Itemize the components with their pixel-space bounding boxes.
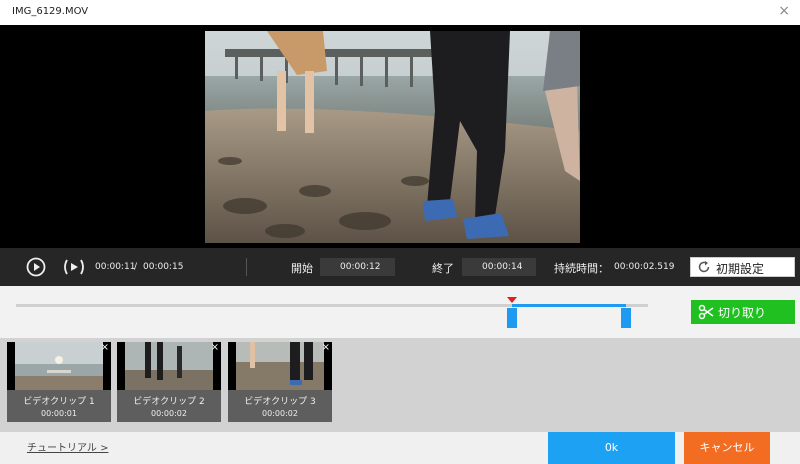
end-label: 終了 — [432, 262, 454, 275]
trim-timeline: 切り取り — [0, 286, 800, 338]
ok-button[interactable]: 0k — [548, 432, 675, 464]
trim-start-handle[interactable] — [507, 308, 517, 328]
cancel-button[interactable]: キャンセル — [684, 432, 770, 464]
start-label: 開始 — [291, 262, 313, 275]
trim-end-handle[interactable] — [621, 308, 631, 328]
scissors-icon — [698, 304, 714, 323]
time-separator: / — [134, 262, 138, 272]
cut-button[interactable]: 切り取り — [691, 300, 795, 324]
window-title: IMG_6129.MOV — [12, 6, 89, 17]
clip-duration: 00:00:02 — [151, 409, 187, 418]
clip-name: ビデオクリップ 3 — [244, 397, 316, 407]
clip-remove-icon[interactable]: × — [322, 342, 330, 353]
play-selection-icon[interactable] — [63, 257, 84, 277]
video-frame — [205, 31, 580, 243]
current-time: 00:00:11 — [95, 262, 136, 272]
clip-name: ビデオクリップ 2 — [133, 397, 205, 407]
clip-thumbnail — [117, 342, 221, 390]
clip-item-3[interactable]: × ビデオクリップ 3 00:00:02 — [228, 342, 332, 422]
reset-button[interactable]: 初期設定 — [690, 257, 795, 277]
reset-icon — [697, 260, 711, 277]
clip-duration: 00:00:01 — [41, 409, 77, 418]
clip-thumbnail — [7, 342, 111, 390]
clip-list: × ビデオクリップ 1 00:00:01 × ビデオクリップ 2 00:00:0… — [0, 338, 800, 432]
close-icon[interactable]: × — [778, 3, 790, 19]
video-preview[interactable] — [0, 25, 800, 248]
footer: チュートリアル > 0k キャンセル — [0, 432, 800, 464]
clip-item-1[interactable]: × ビデオクリップ 1 00:00:01 — [7, 342, 111, 422]
play-icon[interactable] — [26, 257, 46, 277]
clip-thumbnail — [228, 342, 332, 390]
title-bar: IMG_6129.MOV × — [0, 0, 800, 25]
controls-bar: 00:00:11 / 00:00:15 開始 00:00:12 終了 00:00… — [0, 248, 800, 286]
tutorial-link[interactable]: チュートリアル > — [27, 439, 108, 454]
clip-duration: 00:00:02 — [262, 409, 298, 418]
timeline-selection — [512, 304, 626, 307]
total-time: 00:00:15 — [143, 262, 184, 272]
playhead-marker[interactable] — [507, 297, 517, 303]
reset-label: 初期設定 — [716, 262, 765, 276]
controls-divider — [246, 258, 247, 276]
clip-name: ビデオクリップ 1 — [23, 397, 95, 407]
clip-remove-icon[interactable]: × — [211, 342, 219, 353]
clip-remove-icon[interactable]: × — [101, 342, 109, 353]
duration-label: 持続時間： — [554, 262, 609, 275]
end-time-field[interactable]: 00:00:14 — [462, 258, 536, 276]
start-time-field[interactable]: 00:00:12 — [320, 258, 395, 276]
cut-label: 切り取り — [718, 306, 767, 320]
clip-item-2[interactable]: × ビデオクリップ 2 00:00:02 — [117, 342, 221, 422]
beach-scene-image — [205, 31, 580, 243]
duration-value: 00:00:02.519 — [614, 262, 675, 272]
